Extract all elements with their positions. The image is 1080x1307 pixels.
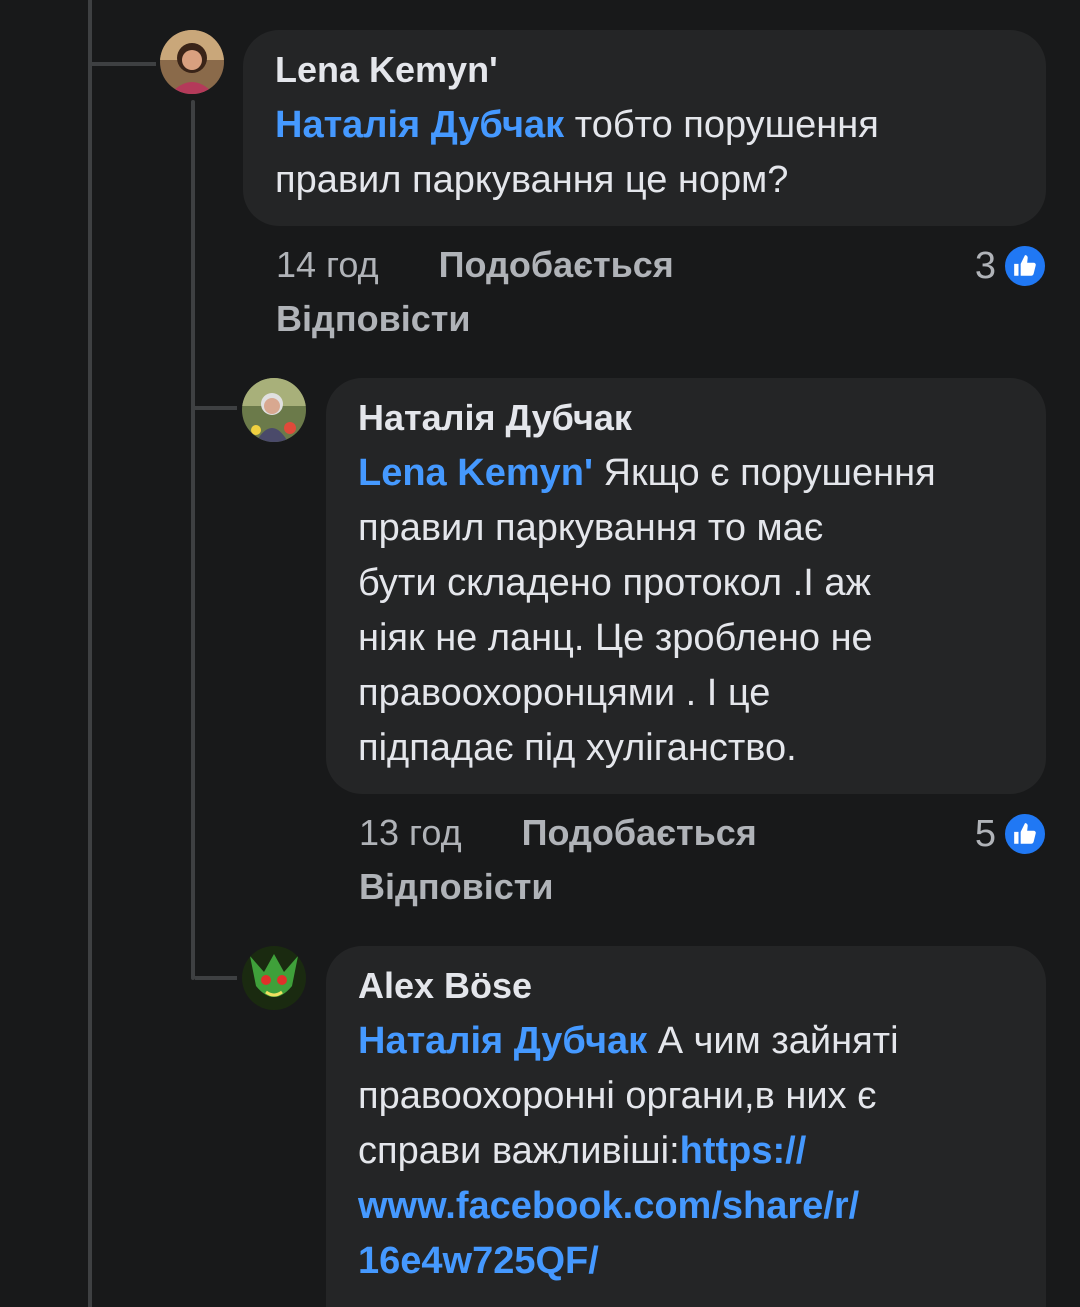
comment-text-line1: А чим зайняті: [647, 1020, 899, 1062]
like-icon: [1002, 243, 1048, 289]
comment-text-line1: Якщо є порушення: [593, 452, 936, 494]
comment-bubble: Lena Kemyn' Наталія Дубчак тобто порушен…: [243, 30, 1046, 226]
mention-link[interactable]: Lena Kemyn': [358, 452, 593, 494]
url-link[interactable]: https://: [680, 1130, 807, 1172]
thread-line-replies: [191, 100, 195, 980]
avatar[interactable]: [242, 378, 306, 442]
comment-meta: 13 год Подобається: [359, 812, 757, 854]
thread-connector-1: [92, 62, 156, 66]
thread-line-main: [88, 0, 92, 1307]
comment-bubble: Наталія Дубчак Lena Kemyn' Якщо є поруше…: [326, 378, 1046, 794]
comment-time[interactable]: 13 год: [359, 812, 462, 853]
url-link[interactable]: www.facebook.com/share/r/: [358, 1185, 859, 1227]
avatar-photo-lena: [160, 30, 224, 94]
comment-text-line1: тобто порушення: [564, 104, 879, 146]
mention-link[interactable]: Наталія Дубчак: [358, 1020, 647, 1062]
like-button[interactable]: Подобається: [522, 812, 757, 853]
comment-meta: 14 год Подобається: [276, 244, 674, 286]
comment-author[interactable]: Alex Böse: [358, 964, 1014, 1008]
like-button[interactable]: Подобається: [439, 244, 674, 285]
reaction-summary[interactable]: 3: [975, 243, 1048, 289]
comment-text: Наталія Дубчак тобто порушення правил пар…: [275, 98, 1014, 208]
thread-connector-2: [195, 406, 237, 410]
avatar[interactable]: [160, 30, 224, 94]
comment-text-rest: правил паркування то має бути складено п…: [358, 507, 873, 769]
reaction-count: 3: [974, 244, 996, 287]
comment-time[interactable]: 14 год: [276, 244, 379, 285]
mention-link[interactable]: Наталія Дубчак: [275, 104, 564, 146]
reaction-count: 5: [974, 812, 996, 855]
url-link[interactable]: 16e4w725QF/: [358, 1240, 599, 1282]
like-icon: [1002, 811, 1048, 857]
comment-author[interactable]: Lena Kemyn': [275, 48, 1014, 92]
comment-text: Наталія Дубчак А чим зайняті правоохорон…: [358, 1014, 1014, 1289]
avatar[interactable]: [242, 946, 306, 1010]
comment-text: Lena Kemyn' Якщо є порушення правил парк…: [358, 446, 1014, 776]
avatar-photo-natalia: [242, 378, 306, 442]
reply-button[interactable]: Відповісти: [359, 866, 554, 908]
comment-bubble: Alex Böse Наталія Дубчак А чим зайняті п…: [326, 946, 1046, 1307]
thread-connector-3: [195, 976, 237, 980]
avatar-photo-alex: [242, 946, 306, 1010]
reaction-summary[interactable]: 5: [975, 811, 1048, 857]
reply-button[interactable]: Відповісти: [276, 298, 471, 340]
comment-text-rest: правил паркування це норм?: [275, 159, 789, 201]
comment-author[interactable]: Наталія Дубчак: [358, 396, 1014, 440]
